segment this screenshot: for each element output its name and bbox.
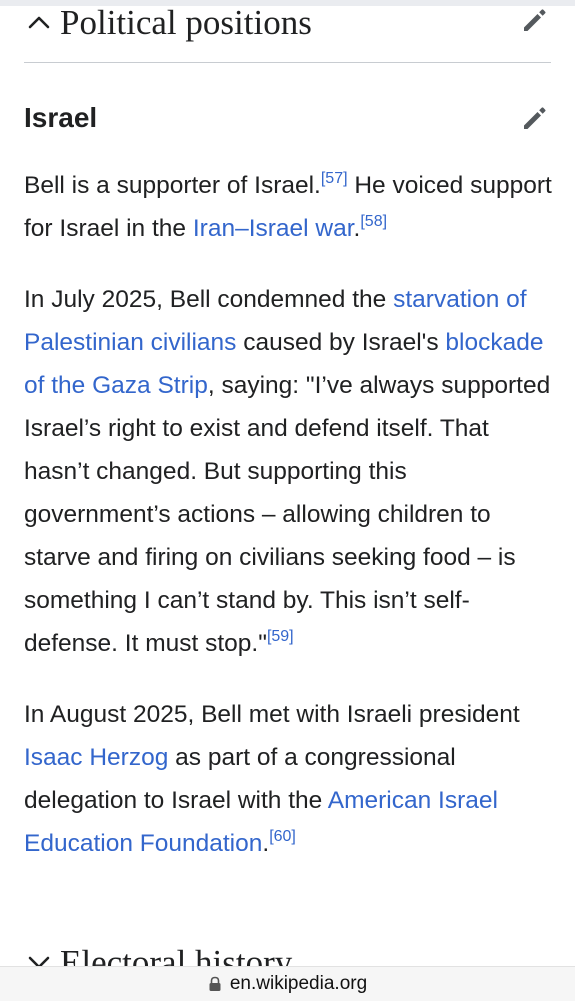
citation-link[interactable]: [60] xyxy=(269,828,296,845)
article-link[interactable]: Iran–Israel war xyxy=(193,215,354,242)
pencil-edit-icon[interactable] xyxy=(519,4,551,36)
url-text: en.wikipedia.org xyxy=(229,973,368,994)
lock-icon xyxy=(209,976,221,991)
paragraph: In August 2025, Bell met with Israeli pr… xyxy=(24,693,552,865)
paragraph: In July 2025, Bell condemned the starvat… xyxy=(24,278,552,665)
paragraph-text: , saying: "I’ve always supported Israel’… xyxy=(24,372,551,657)
article-content: Bell is a supporter of Israel.[57] He vo… xyxy=(24,164,552,893)
subsection-title: Israel xyxy=(24,102,98,133)
paragraph: Bell is a supporter of Israel.[57] He vo… xyxy=(24,164,552,250)
citation-link[interactable]: [58] xyxy=(360,213,387,230)
paragraph-text: Bell is a supporter of Israel. xyxy=(24,172,321,199)
paragraph-text: caused by Israel's xyxy=(236,329,446,356)
section-header-political-positions[interactable]: Political positions xyxy=(24,0,551,44)
browser-url-bar[interactable]: en.wikipedia.org xyxy=(0,966,575,1001)
article-link[interactable]: Isaac Herzog xyxy=(24,744,168,771)
section-title: Political positions xyxy=(60,2,312,42)
section-divider xyxy=(24,62,551,63)
chevron-up-icon[interactable] xyxy=(24,7,54,37)
paragraph-text: In July 2025, Bell condemned the xyxy=(24,286,394,313)
citation-link[interactable]: [59] xyxy=(267,628,294,645)
paragraph-text: In August 2025, Bell met with Israeli pr… xyxy=(24,701,520,728)
citation-link[interactable]: [57] xyxy=(321,170,348,187)
pencil-edit-icon[interactable] xyxy=(519,102,551,134)
subsection-header-israel: Israel xyxy=(24,100,551,136)
